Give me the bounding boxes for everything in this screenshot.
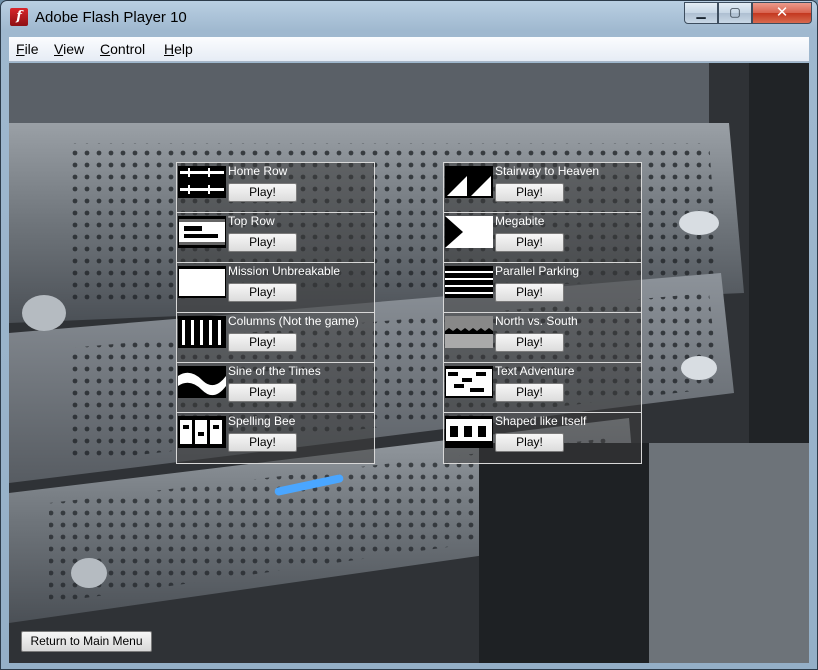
flash-player-window: f Adobe Flash Player 10 ▁ ▢ ✕ File View …	[0, 0, 818, 670]
level-thumbnail-parallel	[445, 266, 493, 298]
flash-content: Home Row Play! Top Row Play! Mission Unb…	[9, 63, 809, 663]
level-title: Mission Unbreakable	[228, 264, 341, 278]
menu-bar: File View Control Help	[9, 37, 809, 62]
level-megabite: Megabite Play!	[444, 213, 641, 263]
level-thumbnail-stairway	[445, 166, 493, 198]
level-thumbnail-megabite	[445, 216, 493, 248]
level-text-adventure: Text Adventure Play!	[444, 363, 641, 413]
level-thumbnail-spelling	[178, 416, 226, 448]
play-button[interactable]: Play!	[495, 333, 564, 352]
level-thumbnail-mission	[178, 266, 226, 298]
play-button[interactable]: Play!	[228, 433, 297, 452]
level-title: Top Row	[228, 214, 275, 228]
level-shaped-like-itself: Shaped like Itself Play!	[444, 413, 641, 463]
level-spelling-bee: Spelling Bee Play!	[177, 413, 374, 463]
play-button[interactable]: Play!	[495, 183, 564, 202]
return-to-main-menu-button[interactable]: Return to Main Menu	[21, 631, 152, 652]
level-thumbnail-sine	[178, 366, 226, 398]
menu-control[interactable]: Control	[100, 41, 145, 57]
close-button[interactable]: ✕	[752, 2, 812, 24]
level-columns: Columns (Not the game) Play!	[177, 313, 374, 363]
level-title: Megabite	[495, 214, 545, 228]
title-bar[interactable]: f Adobe Flash Player 10 ▁ ▢ ✕	[1, 1, 817, 35]
menu-file[interactable]: File	[16, 41, 39, 57]
level-title: Text Adventure	[495, 364, 575, 378]
menu-help[interactable]: Help	[164, 41, 193, 57]
level-thumbnail-home-row	[178, 166, 226, 198]
level-home-row: Home Row Play!	[177, 163, 374, 213]
server-rack-background	[9, 63, 809, 663]
play-button[interactable]: Play!	[228, 183, 297, 202]
level-list-left: Home Row Play! Top Row Play! Mission Unb…	[176, 162, 375, 464]
level-title: Shaped like Itself	[495, 414, 587, 428]
menu-help-rest: elp	[174, 41, 193, 57]
level-stairway: Stairway to Heaven Play!	[444, 163, 641, 213]
maximize-button[interactable]: ▢	[718, 2, 752, 24]
play-button[interactable]: Play!	[228, 333, 297, 352]
level-thumbnail-columns	[178, 316, 226, 348]
level-title: Spelling Bee	[228, 414, 296, 428]
menu-control-rest: ontrol	[110, 41, 146, 57]
menu-view[interactable]: View	[54, 41, 84, 57]
menu-view-rest: iew	[63, 41, 85, 57]
level-north-south: North vs. South Play!	[444, 313, 641, 363]
level-thumbnail-north-south	[445, 316, 493, 348]
menu-view-key: V	[54, 41, 64, 57]
level-parallel-parking: Parallel Parking Play!	[444, 263, 641, 313]
level-title: Home Row	[228, 164, 288, 178]
level-title: Sine of the Times	[228, 364, 321, 378]
level-sine: Sine of the Times Play!	[177, 363, 374, 413]
level-top-row: Top Row Play!	[177, 213, 374, 263]
play-button[interactable]: Play!	[495, 233, 564, 252]
menu-file-key: F	[16, 41, 25, 57]
level-thumbnail-text-adventure	[445, 366, 493, 398]
level-title: Parallel Parking	[495, 264, 580, 278]
level-thumbnail-shaped	[445, 416, 493, 448]
level-thumbnail-top-row	[178, 216, 226, 248]
level-list-right: Stairway to Heaven Play! Megabite Play! …	[443, 162, 642, 464]
level-title: Columns (Not the game)	[228, 314, 359, 328]
play-button[interactable]: Play!	[228, 283, 297, 302]
menu-control-key: C	[100, 41, 111, 57]
menu-file-rest: ile	[24, 41, 39, 57]
window-title: Adobe Flash Player 10	[35, 9, 187, 26]
level-title: Stairway to Heaven	[495, 164, 600, 178]
flash-icon: f	[10, 8, 28, 26]
menu-help-key: H	[164, 41, 175, 57]
play-button[interactable]: Play!	[495, 383, 564, 402]
play-button[interactable]: Play!	[495, 433, 564, 452]
minimize-button[interactable]: ▁	[684, 2, 718, 24]
level-mission-unbreakable: Mission Unbreakable Play!	[177, 263, 374, 313]
play-button[interactable]: Play!	[228, 233, 297, 252]
level-title: North vs. South	[495, 314, 578, 328]
play-button[interactable]: Play!	[228, 383, 297, 402]
play-button[interactable]: Play!	[495, 283, 564, 302]
